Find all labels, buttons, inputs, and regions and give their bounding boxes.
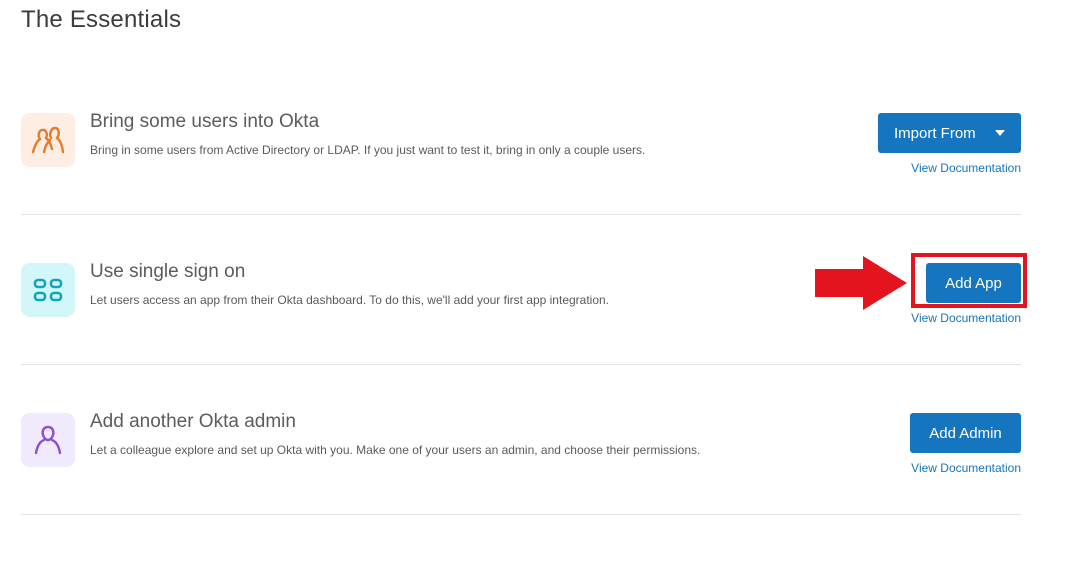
page-title: The Essentials (21, 6, 182, 33)
users-icon (31, 126, 65, 154)
divider (21, 514, 1021, 515)
essentials-row-admin: Add another Okta admin Let a colleague e… (21, 364, 1021, 514)
arrow-right-icon (815, 256, 907, 310)
admin-user-icon (34, 425, 62, 455)
essentials-row-users: Bring some users into Okta Bring in some… (21, 64, 1021, 214)
apps-grid-icon (33, 278, 63, 302)
view-documentation-link-sso[interactable]: View Documentation (911, 311, 1021, 325)
import-from-label: Import From (894, 124, 976, 142)
view-documentation-link-admin[interactable]: View Documentation (911, 461, 1021, 475)
row-description: Let a colleague explore and set up Okta … (90, 443, 701, 457)
row-title: Use single sign on (90, 261, 246, 282)
admin-user-icon-tile (21, 413, 75, 467)
row-description: Bring in some users from Active Director… (90, 143, 646, 157)
add-admin-button[interactable]: Add Admin (910, 413, 1021, 453)
apps-grid-icon-tile (21, 263, 75, 317)
chevron-down-icon (995, 130, 1005, 136)
import-from-button[interactable]: Import From (878, 113, 1021, 153)
row-title: Add another Okta admin (90, 411, 296, 432)
view-documentation-link-users[interactable]: View Documentation (911, 161, 1021, 175)
users-icon-tile (21, 113, 75, 167)
row-description: Let users access an app from their Okta … (90, 293, 610, 307)
highlight-box (911, 253, 1027, 308)
essentials-page: The Essentials Bring some users into Okt… (0, 0, 1070, 561)
row-title: Bring some users into Okta (90, 111, 320, 132)
